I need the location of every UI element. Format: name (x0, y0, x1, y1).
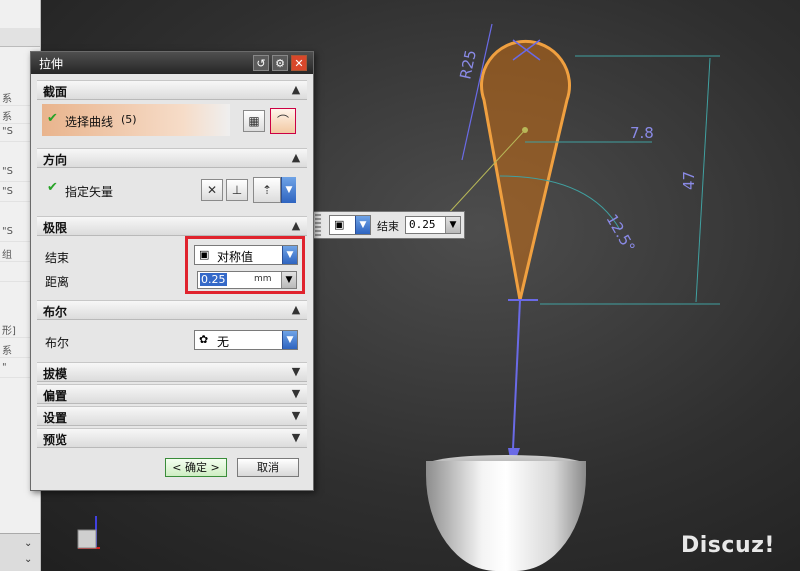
section-header-draft[interactable]: 拔模 ▼ (37, 362, 307, 382)
distance-label: 距离 (45, 275, 70, 289)
section-title: 偏置 (43, 389, 68, 403)
chevron-up-icon[interactable]: ▲ (288, 302, 304, 318)
specify-vector-label: 指定矢量 (65, 185, 114, 199)
dim-width[interactable]: 7.8 (630, 124, 654, 142)
vector-type-icon[interactable]: ⇡ (253, 177, 281, 203)
reset-icon[interactable]: ↺ (253, 55, 269, 71)
extrude-dialog: 拉伸 ↺ ⚙ ✕ 截面 ▲ ✔ 选择曲线 (5) ▦ ⌒ 方向 ▲ ✔ 指定矢量… (30, 51, 314, 491)
sketch-section-icon[interactable]: ▦ (243, 110, 265, 132)
curve-select-icon[interactable]: ⌒ (270, 108, 296, 134)
direction-vector-line (511, 299, 521, 471)
chevron-up-icon[interactable]: ▲ (288, 218, 304, 234)
section-title: 设置 (43, 411, 68, 425)
check-icon: ✔ (47, 111, 58, 126)
section-header-offset[interactable]: 偏置 ▼ (37, 384, 307, 404)
chevron-down-icon[interactable]: ▼ (288, 430, 304, 446)
boolean-select[interactable]: ✿ 无 ▼ (194, 330, 298, 350)
chevron-down-icon[interactable]: ▼ (355, 216, 370, 234)
watermark: Discuz! (681, 533, 775, 558)
chevron-down-icon[interactable]: ▼ (288, 386, 304, 402)
select-curve-label: 选择曲线 (65, 115, 114, 129)
chevron-up-icon[interactable]: ▲ (288, 150, 304, 166)
select-curve-count: (5) (121, 113, 137, 126)
section-header-boolean[interactable]: 布尔 ▲ (37, 300, 307, 320)
dim-height[interactable]: 47 (680, 171, 698, 190)
section-header-section[interactable]: 截面 ▲ (37, 80, 307, 100)
chevron-down-icon[interactable]: ▼ (288, 408, 304, 424)
end-label: 结束 (45, 251, 70, 265)
floating-end-toolbar: ▣ ▼ 结束 0.25 ▼ (312, 211, 465, 239)
boolean-value: 无 (217, 335, 230, 349)
boolean-label: 布尔 (45, 336, 70, 350)
end-value-field[interactable]: 0.25 ▼ (405, 216, 461, 234)
chevron-down-icon[interactable]: ▼ (282, 331, 297, 349)
chevron-down-icon[interactable]: ▼ (281, 177, 296, 203)
chevron-up-icon[interactable]: ▲ (288, 82, 304, 98)
section-header-preview[interactable]: 预览 ▼ (37, 428, 307, 448)
section-title: 布尔 (43, 305, 68, 319)
section-header-limits[interactable]: 极限 ▲ (37, 216, 307, 236)
chevron-down-icon[interactable]: ▼ (288, 364, 304, 380)
section-header-settings[interactable]: 设置 ▼ (37, 406, 307, 426)
ok-button[interactable]: < 确定 > (165, 458, 227, 477)
dim-radius[interactable]: R25 (456, 48, 480, 81)
spin-down-icon[interactable]: ▼ (445, 217, 460, 233)
annotation-highlight-box (185, 236, 305, 294)
close-icon[interactable]: ✕ (291, 55, 307, 71)
boolean-none-icon: ✿ (199, 333, 209, 346)
section-title: 拔模 (43, 367, 68, 381)
height-dim-line (695, 57, 711, 303)
cancel-button[interactable]: 取消 (237, 458, 299, 477)
triad-cube (77, 529, 97, 549)
drag-handle[interactable] (315, 214, 321, 236)
section-title: 截面 (43, 85, 68, 99)
section-header-direction[interactable]: 方向 ▲ (37, 148, 307, 168)
extrude-profile[interactable] (480, 39, 571, 301)
cube-icon: ▣ (334, 218, 345, 231)
end-type-combo[interactable]: ▣ ▼ (329, 215, 371, 235)
check-icon: ✔ (47, 180, 58, 195)
section-title: 预览 (43, 433, 68, 447)
dialog-title: 拉伸 (39, 57, 64, 71)
reverse-direction-icon[interactable]: ✕ (201, 179, 223, 201)
gear-icon[interactable]: ⚙ (272, 55, 288, 71)
end-label: 结束 (377, 220, 399, 233)
section-title: 方向 (43, 153, 68, 167)
dialog-titlebar[interactable]: 拉伸 ↺ ⚙ ✕ (31, 52, 313, 74)
end-value: 0.25 (409, 218, 436, 231)
dim-angle[interactable]: 12.5° (603, 211, 639, 255)
vector-dialog-icon[interactable]: ⊥ (226, 179, 248, 201)
section-title: 极限 (43, 221, 68, 235)
